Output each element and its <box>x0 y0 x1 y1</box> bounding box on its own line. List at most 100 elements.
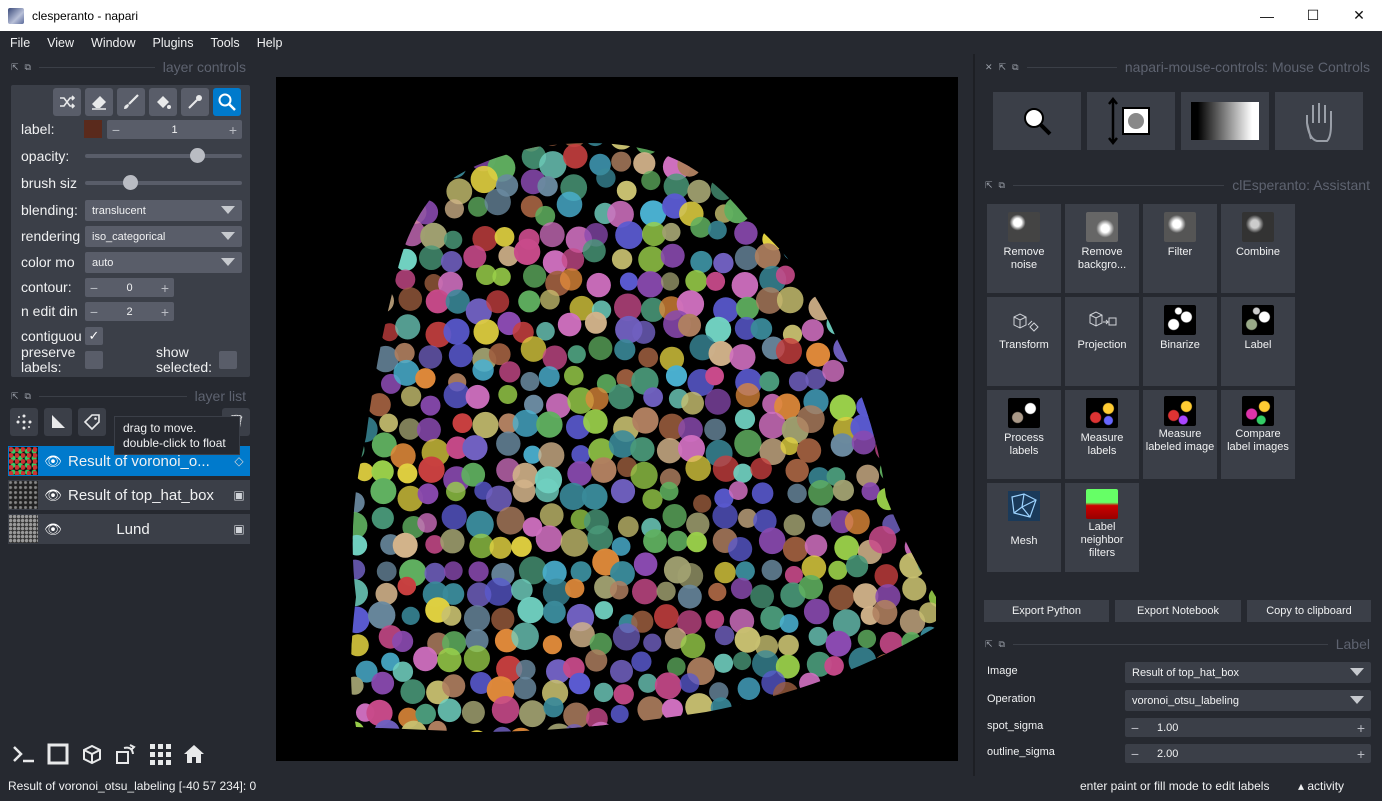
fill-mode-button[interactable] <box>149 88 177 116</box>
brush-size-slider-handle[interactable] <box>123 175 139 190</box>
home-button[interactable] <box>179 739 209 769</box>
opacity-slider-handle[interactable] <box>190 148 206 163</box>
layer-item[interactable]: 👁 Lund ▣ <box>8 514 250 544</box>
process-labels-button[interactable]: Process labels <box>987 390 1061 479</box>
remove-noise-button[interactable]: Remove noise <box>987 204 1061 293</box>
increment-icon[interactable]: + <box>1351 720 1371 736</box>
new-labels-layer-button[interactable] <box>78 408 106 436</box>
contrast-mouse-button[interactable] <box>1181 92 1269 150</box>
preserve-labels-checkbox[interactable] <box>85 351 103 369</box>
color-mode-dropdown[interactable]: auto <box>85 252 242 273</box>
outline-sigma-value[interactable]: 2.00 <box>1145 748 1351 760</box>
eye-icon[interactable]: 👁 <box>38 487 68 504</box>
maximize-button[interactable]: ☐ <box>1290 0 1336 31</box>
pin-icon[interactable]: ⧉ <box>999 180 1005 191</box>
zoom-mouse-button[interactable] <box>993 92 1081 150</box>
pin-icon[interactable]: ⧉ <box>1012 62 1018 73</box>
pan-mouse-button[interactable] <box>1275 92 1363 150</box>
pin-icon[interactable]: ⧉ <box>25 62 31 73</box>
menu-window[interactable]: Window <box>81 36 142 50</box>
float-icon[interactable]: ⇱ <box>985 639 993 650</box>
new-points-layer-button[interactable] <box>10 408 38 436</box>
filter-button[interactable]: Filter <box>1143 204 1217 293</box>
label-neighbor-filters-button[interactable]: Label neighbor filters <box>1065 483 1139 572</box>
move-slice-mouse-button[interactable] <box>1087 92 1175 150</box>
cell-blob <box>561 248 585 271</box>
opacity-slider[interactable] <box>85 148 242 163</box>
n-edit-dim-spinbox[interactable]: − 2 + <box>85 302 174 321</box>
close-button[interactable]: ✕ <box>1336 0 1382 31</box>
menu-tools[interactable]: Tools <box>201 36 247 50</box>
n-edit-dim-value[interactable]: 2 <box>103 306 156 318</box>
pin-icon[interactable]: ⧉ <box>25 391 31 402</box>
image-dropdown[interactable]: Result of top_hat_box <box>1125 662 1371 683</box>
pan-zoom-mode-button[interactable] <box>213 88 241 116</box>
remove-background-button[interactable]: Remove backgro... <box>1065 204 1139 293</box>
label-spinbox[interactable]: − 1 + <box>107 120 242 139</box>
cell-blob <box>846 289 869 313</box>
activity-button[interactable]: ▴ activity <box>1298 779 1344 793</box>
binarize-button[interactable]: Binarize <box>1143 297 1217 386</box>
eye-icon[interactable]: 👁 <box>38 521 68 538</box>
decrement-icon[interactable]: − <box>85 304 103 320</box>
float-icon[interactable]: ⇱ <box>999 62 1007 73</box>
label-value[interactable]: 1 <box>125 124 224 136</box>
brush-size-slider[interactable] <box>85 175 242 190</box>
decrement-icon[interactable]: − <box>1125 746 1145 762</box>
new-shapes-layer-button[interactable] <box>44 408 72 436</box>
increment-icon[interactable]: + <box>224 122 242 138</box>
increment-icon[interactable]: + <box>156 280 174 296</box>
spot-sigma-value[interactable]: 1.00 <box>1145 722 1351 734</box>
projection-button[interactable]: Projection <box>1065 297 1139 386</box>
decrement-icon[interactable]: − <box>107 122 125 138</box>
increment-icon[interactable]: + <box>1351 746 1371 762</box>
layer-item[interactable]: 👁 Result of top_hat_box ▣ <box>8 480 250 510</box>
rendering-dropdown[interactable]: iso_categorical <box>85 226 242 247</box>
pin-icon[interactable]: ⧉ <box>999 639 1005 650</box>
dock-separator[interactable] <box>973 54 975 776</box>
label-color-swatch[interactable] <box>84 120 102 138</box>
contiguous-checkbox[interactable]: ✓ <box>85 327 103 345</box>
grid-view-button[interactable] <box>145 739 175 769</box>
operation-dropdown[interactable]: voronoi_otsu_labeling <box>1125 690 1371 711</box>
contour-value[interactable]: 0 <box>103 282 156 294</box>
increment-icon[interactable]: + <box>156 304 174 320</box>
measure-labels-button[interactable]: Measure labels <box>1065 390 1139 479</box>
toggle-2d-3d-button[interactable] <box>43 739 73 769</box>
blending-dropdown[interactable]: translucent <box>85 200 242 221</box>
spot-sigma-spinbox[interactable]: − 1.00 + <box>1125 718 1371 737</box>
paint-mode-button[interactable] <box>117 88 145 116</box>
close-icon[interactable]: ✕ <box>985 62 993 73</box>
decrement-icon[interactable]: − <box>1125 720 1145 736</box>
float-icon[interactable]: ⇱ <box>985 180 993 191</box>
erase-mode-button[interactable] <box>85 88 113 116</box>
contour-spinbox[interactable]: − 0 + <box>85 278 174 297</box>
cell-blob <box>656 581 676 601</box>
viewer-canvas[interactable] <box>276 77 958 761</box>
float-icon[interactable]: ⇱ <box>11 391 19 402</box>
export-notebook-button[interactable]: Export Notebook <box>1115 600 1241 622</box>
menu-view[interactable]: View <box>37 36 81 50</box>
console-button[interactable] <box>9 739 39 769</box>
decrement-icon[interactable]: − <box>85 280 103 296</box>
combine-button[interactable]: Combine <box>1221 204 1295 293</box>
menu-plugins[interactable]: Plugins <box>143 36 201 50</box>
float-icon[interactable]: ⇱ <box>11 62 19 73</box>
minimize-button[interactable]: — <box>1244 0 1290 31</box>
copy-to-clipboard-button[interactable]: Copy to clipboard <box>1247 600 1371 622</box>
compare-label-images-button[interactable]: Compare label images <box>1221 390 1295 479</box>
eye-icon[interactable]: 👁 <box>38 453 68 470</box>
roll-dims-button[interactable] <box>111 739 141 769</box>
measure-labeled-image-button[interactable]: Measure labeled image <box>1143 390 1217 479</box>
show-selected-checkbox[interactable] <box>219 351 237 369</box>
mesh-button[interactable]: Mesh <box>987 483 1061 572</box>
export-python-button[interactable]: Export Python <box>984 600 1109 622</box>
outline-sigma-spinbox[interactable]: − 2.00 + <box>1125 744 1371 763</box>
label-button[interactable]: Label <box>1221 297 1295 386</box>
pick-mode-button[interactable] <box>181 88 209 116</box>
menu-file[interactable]: File <box>0 36 37 50</box>
ndisplay-button[interactable] <box>77 739 107 769</box>
transform-button[interactable]: Transform <box>987 297 1061 386</box>
menu-help[interactable]: Help <box>247 36 290 50</box>
shuffle-colors-button[interactable] <box>53 88 81 116</box>
